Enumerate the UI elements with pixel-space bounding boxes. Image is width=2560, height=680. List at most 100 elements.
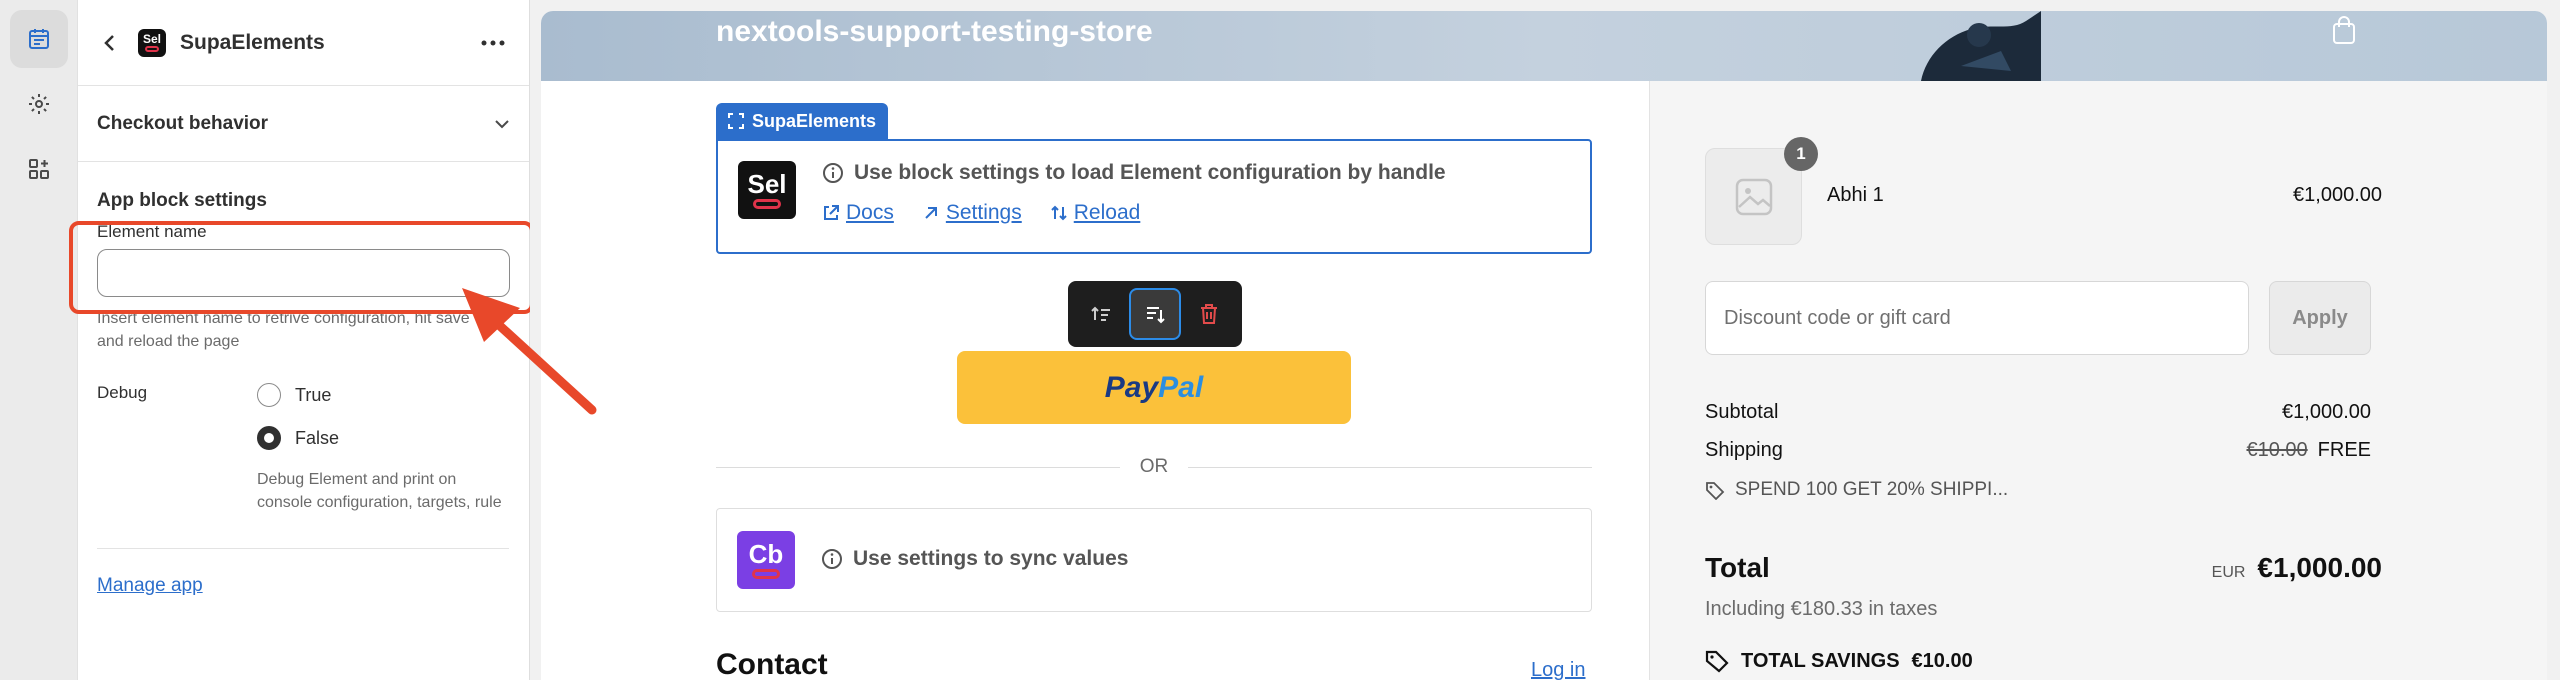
app-rail [0,0,78,680]
settings-link[interactable]: Settings [922,201,1022,225]
or-divider: OR [716,452,1592,482]
debug-setting: Debug True False Debug Element and print… [97,383,510,514]
debug-option-false[interactable]: False [257,426,507,450]
external-link-icon [824,205,839,220]
calendar-nav-button[interactable] [10,10,68,68]
subtotal-row: Subtotal €1,000.00 [1705,401,2371,424]
checkout-main: SupaElements Sel Use block settings to l… [541,81,1649,680]
savings-value: €10.00 [1911,649,1973,672]
shipping-label: Shipping [1705,439,1783,461]
docs-link[interactable]: Docs [822,201,894,225]
promo-row: SPEND 100 GET 20% SHIPPI... [1705,479,2008,501]
debug-radio-group: True False Debug Element and print on co… [257,383,507,514]
more-horizontal-icon [481,40,505,45]
total-value: €1,000.00 [2257,552,2382,583]
item-name: Abhi 1 [1827,184,1884,206]
settings-link-label: Settings [945,201,1022,224]
checkout-behavior-label: Checkout behavior [97,112,269,134]
banner-image [1921,11,2041,81]
block-settings-title: App block settings [97,190,267,211]
chevron-left-icon [104,34,114,51]
cb-block[interactable]: Cb Use settings to sync values [716,508,1592,612]
total-label: Total [1705,552,1770,583]
app-logo-text: Sel [142,32,161,46]
back-button[interactable] [92,25,128,61]
move-up-button[interactable] [1075,288,1127,340]
divider [97,548,509,549]
image-placeholder-icon [1735,178,1772,215]
cb-logo: Cb [737,531,795,589]
debug-help: Debug Element and print on console confi… [257,471,502,511]
subtotal-label: Subtotal [1705,401,1779,423]
delete-button[interactable] [1183,288,1235,340]
login-link[interactable]: Log in [1531,659,1586,680]
trash-icon [1201,304,1217,324]
panel-header: Sel SupaElements [78,0,529,86]
store-name: nextools-support-testing-store [716,15,1153,48]
manage-app-link[interactable]: Manage app [97,575,203,597]
subtotal-value: €1,000.00 [2282,401,2371,423]
swap-vertical-icon [1051,205,1067,221]
sel-logo: Sel [738,161,796,219]
savings-label: TOTAL SAVINGS [1741,649,1900,672]
store-banner: nextools-support-testing-store [541,11,2547,81]
radio-false[interactable] [257,426,281,450]
paypal-text-pal: Pal [1158,370,1204,404]
sort-down-icon [1147,307,1165,324]
reload-link-label: Reload [1073,201,1141,224]
paypal-button[interactable]: Pay Pal [957,351,1351,424]
more-actions-button[interactable] [475,25,511,61]
apps-nav-button[interactable] [10,140,68,198]
shipping-value: FREE [2317,439,2371,461]
docs-link-label: Docs [846,201,894,224]
contact-heading: Contact [716,648,828,680]
settings-panel: Sel SupaElements Checkout behavior App b… [78,0,530,680]
discount-input[interactable] [1705,281,2249,355]
tag-icon [1706,482,1725,500]
shipping-original: €10.00 [2246,439,2308,461]
sort-up-icon [1091,306,1110,321]
move-down-button[interactable] [1129,288,1181,340]
sel-logo-text: Sel [747,169,787,199]
info-icon [822,549,842,569]
promo-text: SPEND 100 GET 20% SHIPPI... [1735,479,2009,500]
or-text: OR [1139,456,1169,477]
tag-icon [1705,650,1729,673]
supaelements-tag-label: SupaElements [752,110,877,131]
checkout-behavior-section[interactable]: Checkout behavior [78,86,529,162]
element-name-highlight [69,221,534,314]
block-toolbar [1068,281,1242,347]
cb-info-text: Use settings to sync values [853,547,1129,570]
shipping-values: €10.00 FREE [2246,439,2371,462]
supaelements-tag[interactable]: SupaElements [716,103,889,139]
arrow-up-right-icon [925,207,937,219]
cb-logo-text: Cb [748,539,784,569]
preview-frame: nextools-support-testing-store SupaEleme… [541,11,2547,680]
item-price: €1,000.00 [2293,184,2382,206]
reload-link[interactable]: Reload [1050,201,1141,225]
radio-true[interactable] [257,383,281,407]
debug-option-true[interactable]: True [257,383,507,407]
settings-nav-button[interactable] [10,75,68,133]
debug-option-false-label: False [295,427,340,448]
info-icon [823,163,843,183]
quantity-badge: 1 [1784,137,1818,171]
supa-info: Use block settings to load Element confi… [822,161,1446,185]
chevron-down-icon [495,119,509,128]
apps-icon [29,159,49,179]
paypal-text-pay: Pay [1104,370,1159,404]
checkout-preview: nextools-support-testing-store SupaEleme… [530,0,2560,680]
calendar-icon [29,29,49,49]
app-logo-mark [145,46,159,52]
order-summary: 1 Abhi 1 €1,000.00 Apply Subtotal €1,000… [1649,81,2547,680]
cb-info: Use settings to sync values [821,547,1128,571]
supa-links: Docs Settings Reload [822,201,1140,225]
supa-info-text: Use block settings to load Element confi… [854,161,1446,184]
frame-icon [728,113,744,129]
or-line-left [716,466,1120,468]
shopping-bag-icon[interactable] [2331,15,2357,45]
apply-button[interactable]: Apply [2269,281,2371,355]
debug-option-true-label: True [295,384,332,405]
supaelements-block[interactable]: Sel Use block settings to load Element c… [716,139,1592,254]
or-line-right [1188,466,1592,468]
